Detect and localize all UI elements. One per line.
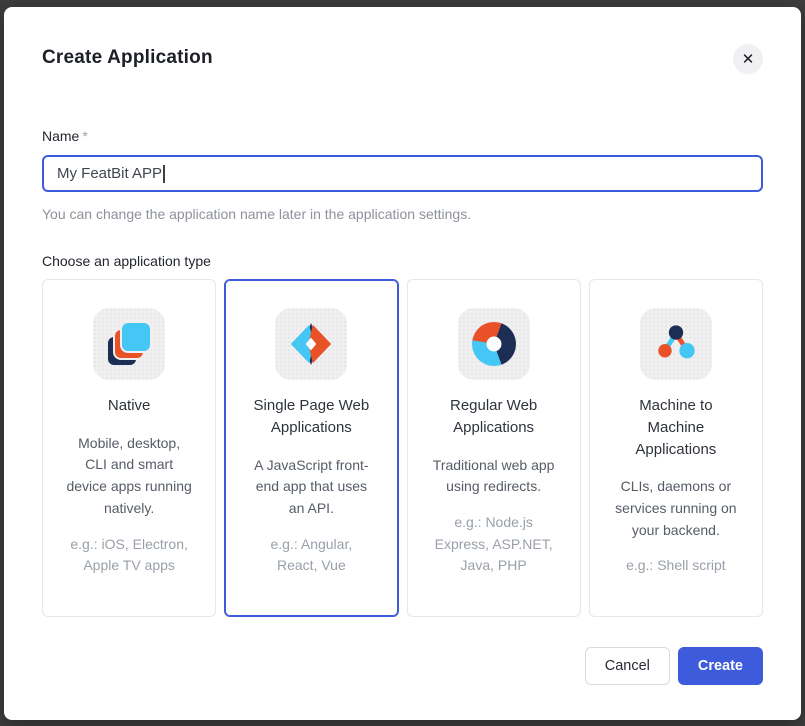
- stacked-square-cyan: [122, 323, 150, 351]
- card-description: Mobile, desktop, CLI and smart device ap…: [66, 433, 192, 520]
- card-native[interactable]: Native Mobile, desktop, CLI and smart de…: [42, 279, 216, 617]
- card-description: Traditional web app using redirects.: [431, 455, 557, 498]
- name-helper-text: You can change the application name late…: [42, 206, 763, 222]
- card-description: A JavaScript front-end app that uses an …: [248, 455, 374, 520]
- m2m-icon-tile: [640, 308, 712, 380]
- name-label-text: Name: [42, 128, 79, 144]
- stacked-squares-icon: [106, 321, 152, 367]
- card-title: Machine to Machine Applications: [615, 395, 737, 460]
- card-title: Single Page Web Applications: [250, 395, 372, 439]
- card-examples: e.g.: Shell script: [613, 555, 739, 577]
- application-type-label: Choose an application type: [42, 253, 763, 269]
- card-regular-web[interactable]: Regular Web Applications Traditional web…: [407, 279, 581, 617]
- text-caret: [163, 165, 165, 183]
- native-icon-tile: [93, 308, 165, 380]
- overlapping-diamonds-icon: [289, 322, 333, 366]
- create-application-modal: Create Application ✕ Name* My FeatBit AP…: [4, 7, 801, 720]
- segmented-donut-icon: [472, 322, 516, 366]
- name-field-label: Name*: [42, 128, 763, 144]
- network-nodes-icon: [653, 321, 699, 367]
- create-button[interactable]: Create: [678, 647, 763, 685]
- card-examples: e.g.: iOS, Electron, Apple TV apps: [66, 534, 192, 577]
- required-asterisk: *: [82, 128, 87, 144]
- donut-hole: [486, 337, 501, 352]
- modal-header: Create Application ✕: [42, 7, 763, 74]
- card-examples: e.g.: Node.js Express, ASP.NET, Java, PH…: [431, 512, 557, 577]
- name-input[interactable]: My FeatBit APP: [42, 155, 763, 192]
- card-title: Native: [68, 395, 190, 417]
- regular-web-icon-tile: [458, 308, 530, 380]
- card-title: Regular Web Applications: [433, 395, 555, 439]
- close-button[interactable]: ✕: [733, 44, 763, 74]
- application-type-cards: Native Mobile, desktop, CLI and smart de…: [42, 279, 763, 617]
- modal-title: Create Application: [42, 47, 213, 69]
- close-icon: ✕: [742, 52, 755, 67]
- card-description: CLIs, daemons or services running on you…: [613, 476, 739, 541]
- card-single-page-web[interactable]: Single Page Web Applications A JavaScrip…: [224, 279, 398, 617]
- modal-footer: Cancel Create: [42, 647, 763, 685]
- name-input-value: My FeatBit APP: [57, 165, 162, 182]
- spa-icon-tile: [275, 308, 347, 380]
- card-machine-to-machine[interactable]: Machine to Machine Applications CLIs, da…: [589, 279, 763, 617]
- cancel-button[interactable]: Cancel: [585, 647, 670, 685]
- card-examples: e.g.: Angular, React, Vue: [248, 534, 374, 577]
